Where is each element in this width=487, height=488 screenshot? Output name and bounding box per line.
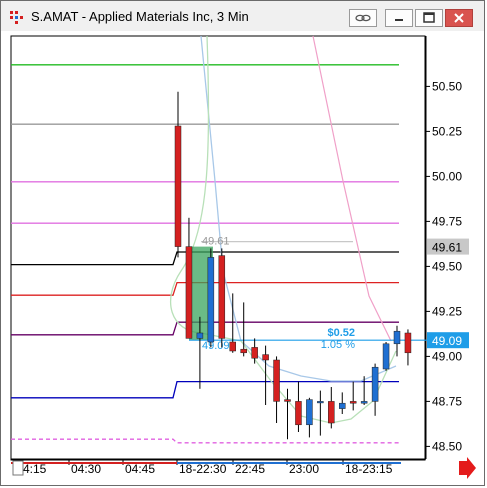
last-price-label: 49.09: [432, 334, 462, 348]
chart-window: S.AMAT - Applied Materials Inc, 3 Min 49…: [0, 0, 485, 486]
price-tick-label: 50.50: [432, 79, 462, 93]
candle-body: [284, 399, 291, 402]
candle-body: [218, 255, 226, 339]
close-button[interactable]: [445, 9, 473, 27]
time-tick-label: 22:45: [235, 462, 265, 476]
price-tick-label: 49.25: [432, 304, 462, 318]
measure-end-label: 49.09: [202, 340, 230, 352]
link-icon: [355, 14, 371, 22]
candle-body: [295, 401, 302, 426]
candle-body: [262, 354, 269, 361]
time-scroll-handle[interactable]: [12, 460, 24, 476]
time-tick-label: 18-23:15: [345, 462, 393, 476]
measure-change-pct: 1.05 %: [321, 339, 355, 351]
candle-body: [349, 401, 357, 404]
maximize-button[interactable]: [415, 9, 443, 27]
time-tick-label: 18-22:30: [179, 462, 227, 476]
candle-body: [393, 330, 401, 345]
candle-body: [360, 401, 368, 404]
window-title: S.AMAT - Applied Materials Inc, 3 Min: [31, 9, 249, 24]
candle-body: [371, 366, 379, 402]
maximize-icon: [423, 12, 435, 23]
price-tick-label: 49.75: [432, 214, 462, 228]
time-tick-label: 23:00: [289, 462, 319, 476]
time-tick-label: 4:15: [23, 462, 47, 476]
time-axis[interactable]: 4:15 04:30 04:45 18-22:30 22:45 23:00 18-23:15: [11, 459, 401, 476]
candle-body: [382, 343, 390, 370]
candle-body: [317, 401, 324, 404]
candle-body: [185, 246, 193, 339]
minimize-icon: [395, 19, 403, 21]
time-tick-label: 04:30: [71, 462, 101, 476]
measure-change: $0.52: [327, 327, 355, 339]
price-tick-label: 49.50: [432, 259, 462, 273]
chart-area[interactable]: 49.61 49.09 $0.521.05 % 50.50 50.25 50.00 49.…: [1, 31, 484, 485]
candle: [382, 342, 390, 371]
title-bar[interactable]: S.AMAT - Applied Materials Inc, 3 Min: [1, 1, 484, 31]
candle-body: [207, 257, 215, 343]
candle-body: [174, 125, 182, 247]
candle-body: [229, 341, 236, 352]
app-icon: [10, 11, 23, 24]
price-tick-label: 50.00: [432, 169, 462, 183]
time-tick-label: 04:45: [125, 462, 155, 476]
candle-body: [273, 359, 280, 402]
candle-body: [306, 399, 313, 426]
candle-body: [240, 348, 247, 354]
candle-body: [196, 332, 204, 339]
candle-body: [339, 402, 346, 409]
price-axis[interactable]: 50.50 50.25 50.00 49.75 49.50 49.25 49.00 48.75…: [426, 79, 469, 453]
price-tick-label: 50.25: [432, 124, 462, 138]
measure-start-label: 49.61: [202, 236, 230, 248]
candle: [207, 248, 215, 348]
close-icon: [454, 13, 464, 23]
candle-body: [251, 347, 258, 359]
price-tick-label: 48.75: [432, 394, 462, 408]
price-tick-label: 48.50: [432, 439, 462, 453]
high-price-label: 49.61: [432, 241, 462, 255]
candle-body: [404, 332, 412, 354]
candle-body: [328, 401, 335, 424]
plot-frame: [10, 35, 426, 461]
minimize-button[interactable]: [385, 9, 413, 27]
scroll-right-icon[interactable]: [459, 457, 476, 479]
price-tick-label: 49.00: [432, 349, 462, 363]
candle: [218, 248, 226, 348]
link-button[interactable]: [349, 9, 377, 27]
